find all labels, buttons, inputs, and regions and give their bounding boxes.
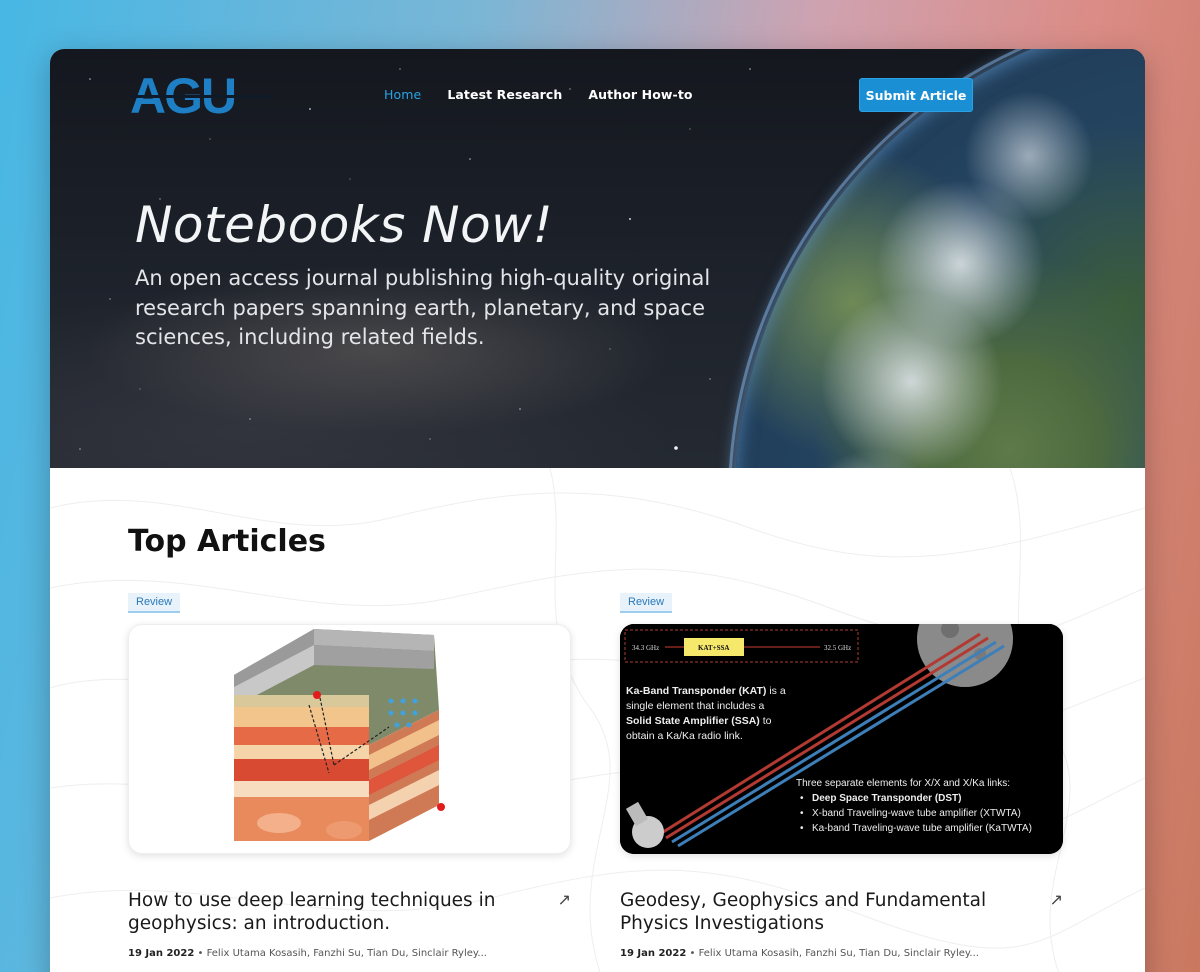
article-authors: Felix Utama Kosasih, Fanzhi Su, Tian Du,… [206,948,487,959]
article-meta: 19 Jan 2022 • Felix Utama Kosasih, Fanzh… [620,948,979,959]
article-authors: Felix Utama Kosasih, Fanzhi Su, Tian Du,… [698,948,979,959]
figure-bullet-2: X-band Traveling-wave tube amplifier (XT… [812,808,1021,819]
article-type-badge: Review [620,593,673,613]
figure-paragraph-2-heading: Three separate elements for X/X and X/Ka… [796,778,1010,789]
nav-home[interactable]: Home [384,87,421,102]
section-title: Top Articles [128,524,326,559]
transponder-diagram: 34.3 GHz KAT+SSA 32.5 GHz Ka-Band Transp… [620,624,1063,854]
arrow-up-right-icon[interactable]: ↗ [1050,890,1063,910]
geology-block-illustration [234,629,445,841]
article-date: 19 Jan 2022 [620,948,687,959]
article-type-badge: Review [128,593,181,613]
freq-left-label: 34.3 GHz [632,644,659,652]
article-thumbnail[interactable] [128,624,571,854]
meta-separator: • [197,948,207,959]
meta-separator: • [689,948,699,959]
article-title[interactable]: How to use deep learning techniques in g… [128,889,528,935]
figure-bullet-dot: • [800,823,804,834]
submit-article-button[interactable]: Submit Article [859,78,973,112]
article-thumbnail[interactable]: 34.3 GHz KAT+SSA 32.5 GHz Ka-Band Transp… [620,624,1063,854]
browser-window: AGU Home Latest Research Author How-to S… [50,49,1145,972]
kat-ssa-label: KAT+SSA [698,644,729,652]
article-meta: 19 Jan 2022 • Felix Utama Kosasih, Fanzh… [128,948,487,959]
hero-section: AGU Home Latest Research Author How-to S… [50,49,1145,468]
main-nav: Home Latest Research Author How-to [384,87,693,102]
article-card[interactable]: Review 34.3 GHz KAT+SSA 32.5 GHz Ka-Band… [620,592,1063,959]
figure-bullet-1: Deep Space Transponder (DST) [812,793,961,804]
article-title[interactable]: Geodesy, Geophysics and Fundamental Phys… [620,889,1020,935]
agu-logo[interactable]: AGU [130,69,272,121]
figure-bullet-dot: • [800,793,804,804]
nav-author-how-to[interactable]: Author How-to [588,87,692,102]
freq-right-label: 32.5 GHz [824,644,851,652]
top-articles-section: Top Articles Review How to use deep lear… [50,468,1145,972]
article-date: 19 Jan 2022 [128,948,195,959]
arrow-up-right-icon[interactable]: ↗ [558,890,571,910]
hero-subtitle: An open access journal publishing high-q… [135,266,711,349]
article-card[interactable]: Review How to use deep learning techniqu… [128,592,571,959]
hero-title: Notebooks Now! [135,196,554,254]
nav-latest-research[interactable]: Latest Research [447,87,562,102]
figure-bullet-3: Ka-band Traveling-wave tube amplifier (K… [812,823,1032,834]
figure-bullet-dot: • [800,808,804,819]
